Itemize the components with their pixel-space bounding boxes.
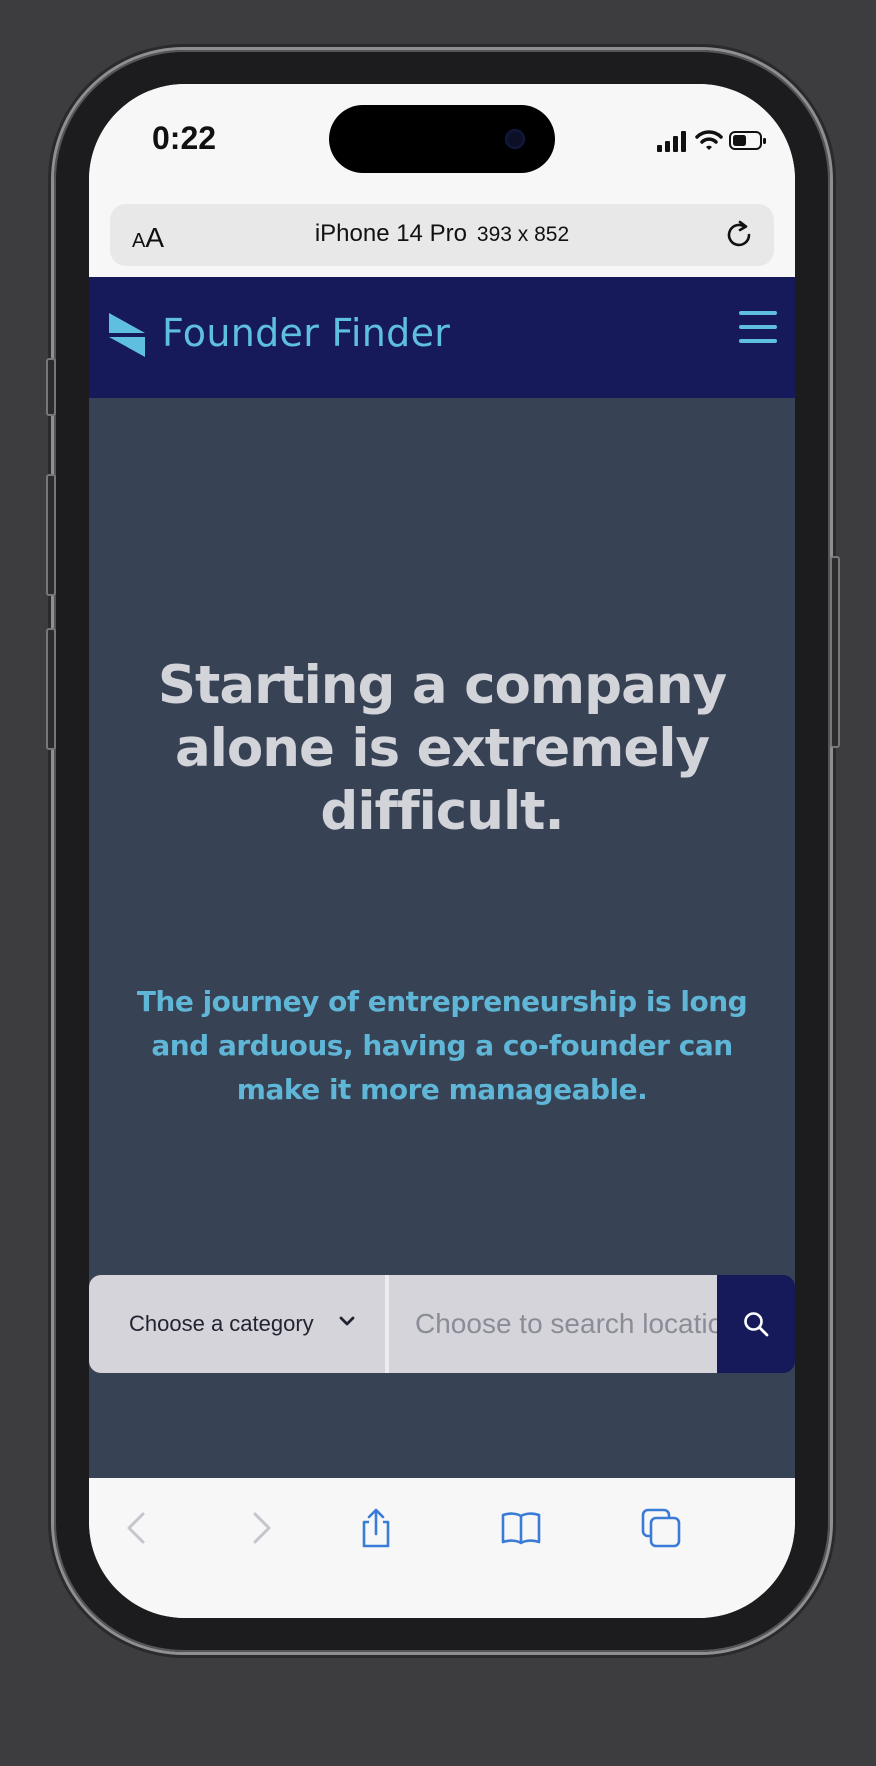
site-navbar: Founder Finder xyxy=(89,277,795,398)
phone-screen: 0:22 AA iPhone 14 Pro 393 x 852 Founder … xyxy=(89,84,795,1618)
category-dropdown-label: Choose a category xyxy=(129,1311,314,1336)
battery-icon xyxy=(729,131,766,150)
forward-icon[interactable] xyxy=(239,1506,283,1550)
hero-section: Starting a company alone is extremely di… xyxy=(89,398,795,1478)
chevron-down-icon xyxy=(339,1316,355,1326)
bookmarks-icon[interactable] xyxy=(499,1506,543,1550)
search-button[interactable] xyxy=(717,1275,795,1373)
hamburger-menu-icon[interactable] xyxy=(739,311,777,343)
search-bar: Choose a category xyxy=(89,1275,795,1373)
status-bar: 0:22 AA iPhone 14 Pro 393 x 852 xyxy=(89,84,795,266)
volume-up-button xyxy=(46,474,56,596)
cellular-signal-icon xyxy=(657,131,686,152)
device-name: iPhone 14 Pro xyxy=(314,220,467,247)
category-dropdown[interactable]: Choose a category xyxy=(89,1275,385,1373)
tabs-icon[interactable] xyxy=(639,1506,683,1550)
browser-toolbar xyxy=(89,1478,795,1618)
back-icon[interactable] xyxy=(115,1506,159,1550)
camera-icon xyxy=(505,129,525,149)
address-bar[interactable]: AA iPhone 14 Pro 393 x 852 xyxy=(110,204,774,266)
location-search-input[interactable] xyxy=(389,1275,719,1373)
power-button xyxy=(830,556,840,748)
brand-name[interactable]: Founder Finder xyxy=(162,311,450,355)
flag-logo-icon[interactable] xyxy=(109,313,145,357)
wifi-icon xyxy=(695,130,723,150)
device-dimensions: 393 x 852 xyxy=(476,223,570,246)
share-icon[interactable] xyxy=(354,1506,398,1550)
search-icon xyxy=(744,1312,769,1337)
hero-subheadline: The journey of entrepreneurship is long … xyxy=(136,985,748,1106)
hero-headline: Starting a company alone is extremely di… xyxy=(157,655,727,842)
page-url-title: iPhone 14 Pro 393 x 852 xyxy=(110,220,774,248)
status-time: 0:22 xyxy=(152,120,217,156)
volume-down-button xyxy=(46,628,56,750)
status-icons xyxy=(657,128,767,154)
reload-icon[interactable] xyxy=(724,219,756,251)
mute-switch xyxy=(46,358,56,416)
